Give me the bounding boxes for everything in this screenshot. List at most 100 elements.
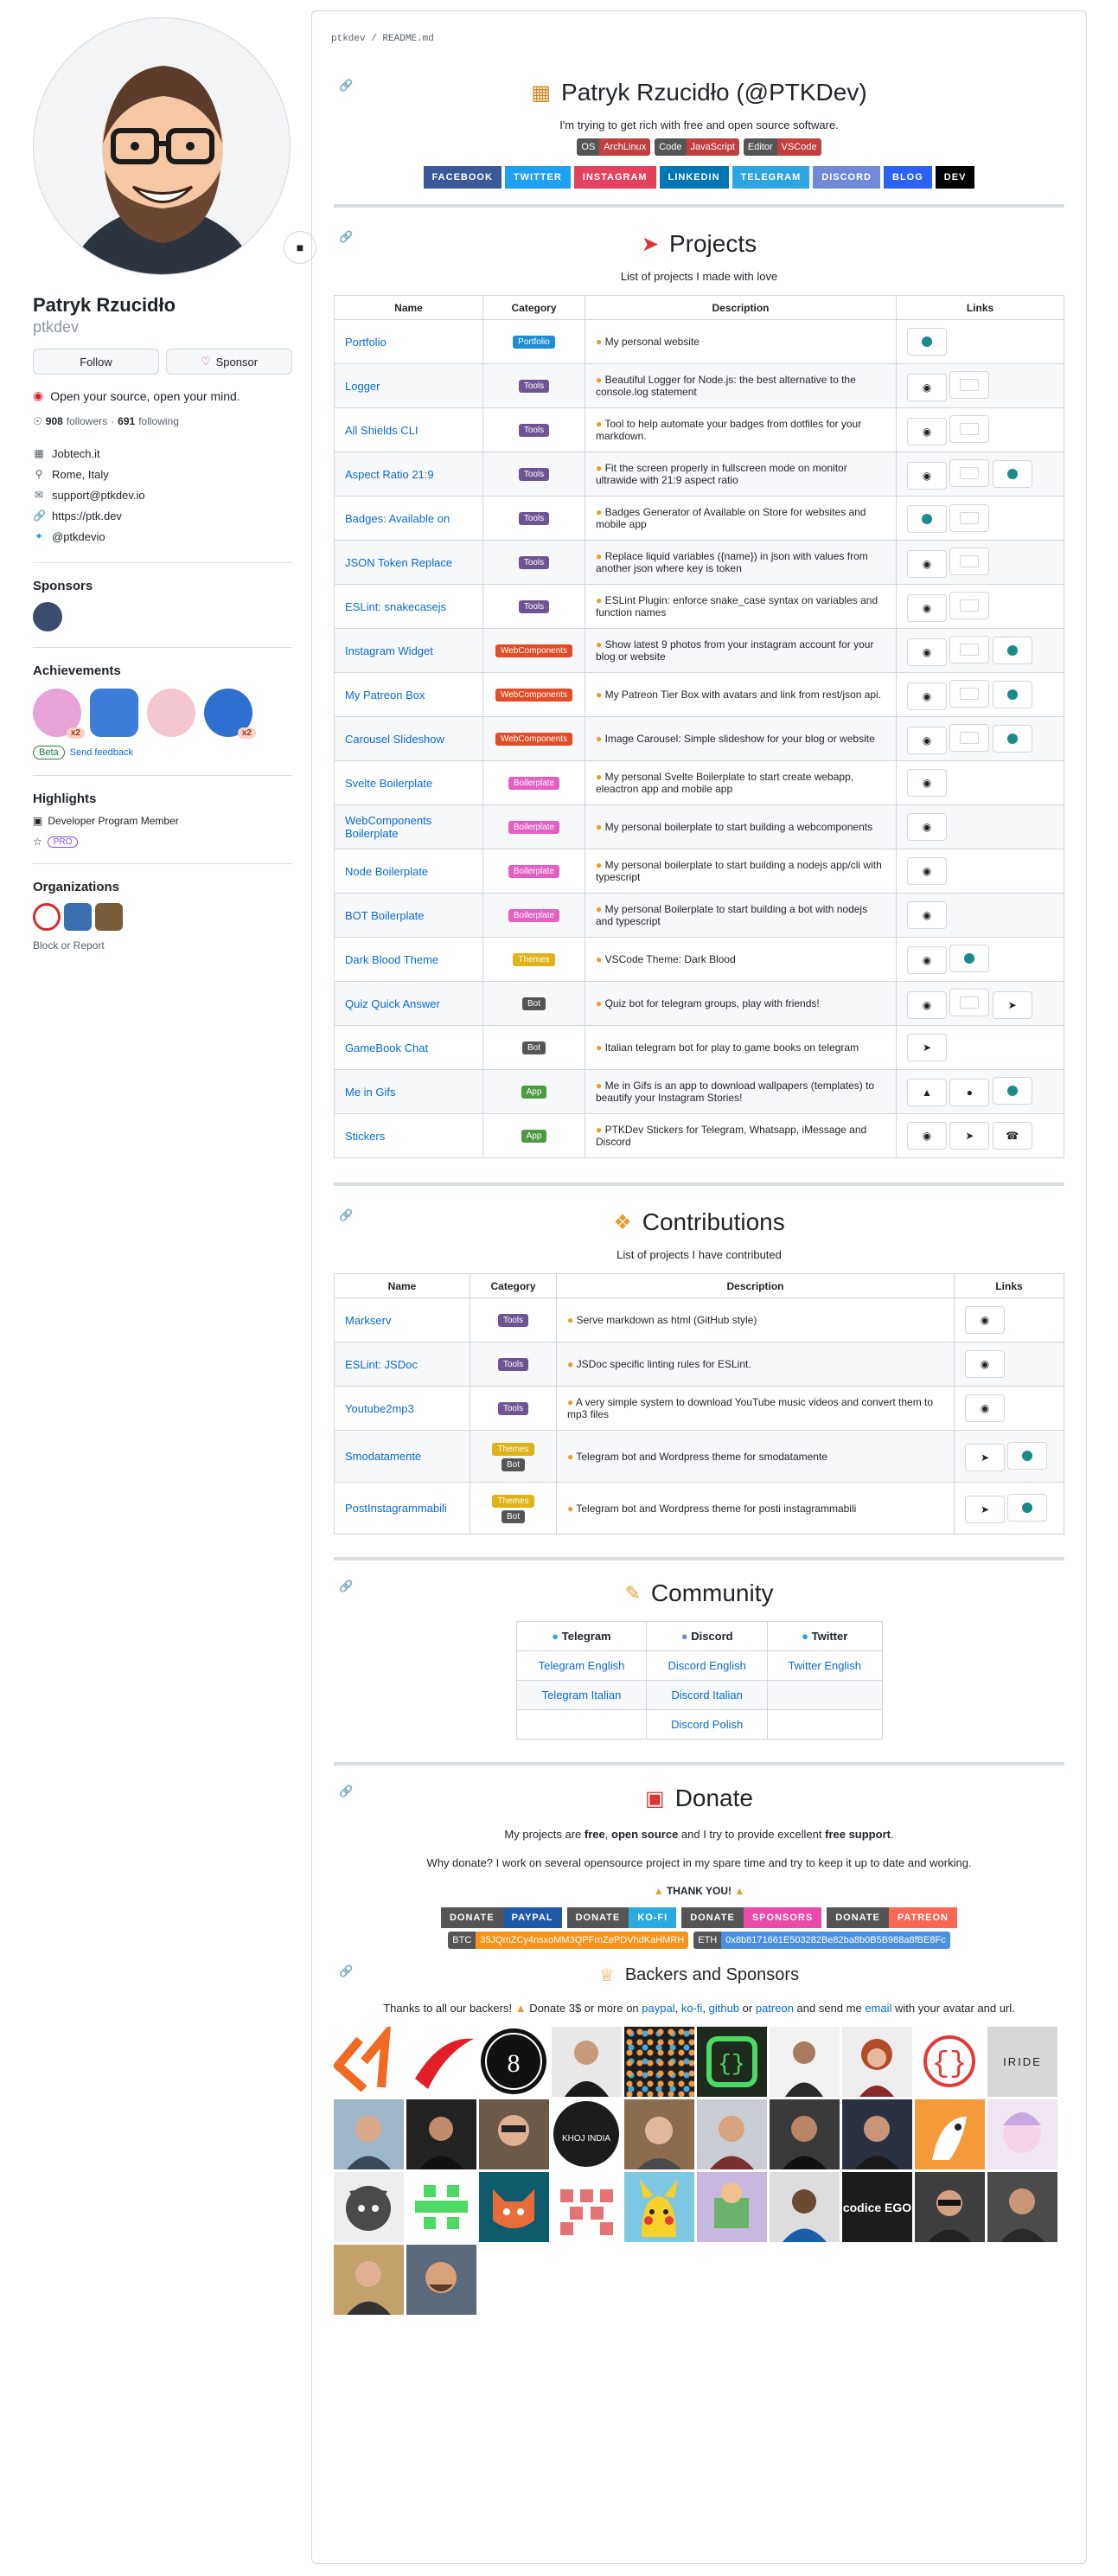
category-badge[interactable]: Bot <box>501 1509 525 1523</box>
backer-avatar[interactable] <box>987 2099 1057 2169</box>
achievement-badge[interactable]: x2 <box>204 689 256 739</box>
backer-avatar[interactable]: KHOJ INDIA <box>552 2099 622 2169</box>
anchor-link-icon[interactable]: 🔗 <box>339 1208 353 1222</box>
category-badge[interactable]: Tools <box>518 556 550 569</box>
category-badge[interactable]: Themes <box>492 1442 534 1456</box>
github-link[interactable]: ◉ <box>907 638 947 666</box>
backer-avatar[interactable] <box>406 2172 476 2242</box>
project-name-link[interactable]: GameBook Chat <box>345 1041 428 1054</box>
followers-count[interactable]: 908 <box>46 415 63 427</box>
telegram-link[interactable]: ➤ <box>992 990 1032 1019</box>
backer-avatar[interactable] <box>915 2172 985 2242</box>
website-link[interactable] <box>949 503 990 532</box>
github-link[interactable]: ◉ <box>907 549 947 578</box>
project-name-link[interactable]: Quiz Quick Answer <box>345 997 440 1010</box>
project-name-link[interactable]: Svelte Boilerplate <box>345 777 432 790</box>
block-report-link[interactable]: Block or Report <box>33 939 292 952</box>
anchor-link-icon[interactable]: 🔗 <box>339 1580 353 1593</box>
contribution-name-link[interactable]: ESLint: JSDoc <box>345 1358 418 1371</box>
telegram-link[interactable]: ➤ <box>949 1122 990 1150</box>
backer-avatar[interactable] <box>697 2099 767 2169</box>
category-badge[interactable]: Boilerplate <box>508 865 560 878</box>
backer-avatar[interactable] <box>406 2099 476 2169</box>
github-link[interactable]: ◉ <box>907 990 947 1019</box>
github-link[interactable]: ◉ <box>965 1394 1005 1422</box>
demo-link[interactable] <box>992 1077 1032 1105</box>
github-link[interactable]: ◉ <box>907 461 947 490</box>
company-text[interactable]: Jobtech.it <box>52 447 100 460</box>
donate-patreon-button[interactable]: DONATE PATREON <box>827 1907 957 1928</box>
website-link[interactable] <box>949 547 990 575</box>
email-link[interactable]: support@ptkdev.io <box>52 489 145 502</box>
android-link[interactable]: ▲ <box>907 1079 947 1106</box>
category-badge[interactable]: App <box>521 1086 547 1099</box>
backer-avatar[interactable] <box>334 2099 404 2169</box>
demo-link[interactable] <box>992 459 1032 488</box>
org-avatar[interactable] <box>33 903 61 931</box>
telegram-link[interactable]: ➤ <box>965 1443 1005 1471</box>
backer-avatar[interactable] <box>552 2027 622 2097</box>
following-label[interactable]: following <box>138 415 179 427</box>
category-badge[interactable]: Themes <box>513 953 555 966</box>
twitter-link[interactable]: @ptkdevio <box>52 530 105 543</box>
backer-avatar[interactable]: {} <box>915 2027 985 2097</box>
github-link[interactable]: github <box>709 2002 739 2015</box>
project-name-link[interactable]: Aspect Ratio 21:9 <box>345 468 434 481</box>
telegram-link[interactable]: ➤ <box>907 1034 947 1061</box>
readme-path[interactable]: ptkdev / README.md <box>312 11 1086 44</box>
send-feedback-link[interactable]: Send feedback <box>70 747 133 758</box>
followers-label[interactable]: followers <box>67 415 107 427</box>
category-badge[interactable]: Boilerplate <box>508 777 560 790</box>
website-link[interactable] <box>949 679 990 708</box>
anchor-link-icon[interactable]: 🔗 <box>339 1785 353 1798</box>
telegram-link[interactable]: ➤ <box>965 1495 1005 1523</box>
achievement-badge[interactable]: x2 <box>33 689 85 739</box>
contribution-name-link[interactable]: Smodatamente <box>345 1450 421 1463</box>
github-link[interactable]: ◉ <box>907 593 947 622</box>
category-badge[interactable]: Tools <box>497 1402 529 1415</box>
backer-avatar[interactable] <box>479 2172 549 2242</box>
telegram-badge[interactable]: TELEGRAM <box>731 166 810 189</box>
category-badge[interactable]: Bot <box>521 1041 546 1054</box>
shield-os[interactable]: OS ArchLinux <box>577 138 651 156</box>
email-link[interactable]: email <box>865 2002 891 2015</box>
discord-english-link[interactable]: Discord English <box>668 1659 746 1672</box>
category-badge[interactable]: WebComponents <box>495 689 573 702</box>
contribution-name-link[interactable]: Youtube2mp3 <box>345 1402 414 1415</box>
sponsor-button[interactable]: ♡ Sponsor <box>166 349 292 375</box>
follow-button[interactable]: Follow <box>33 349 159 375</box>
backer-avatar[interactable]: 8 <box>479 2027 549 2097</box>
github-link[interactable]: ◉ <box>907 901 947 929</box>
website-link[interactable] <box>949 635 990 663</box>
instagram-badge[interactable]: INSTAGRAM <box>573 166 656 189</box>
project-name-link[interactable]: Logger <box>345 380 380 393</box>
github-link[interactable]: ◉ <box>907 857 947 885</box>
project-name-link[interactable]: WebComponents Boilerplate <box>345 814 431 840</box>
donate-sponsors-button[interactable]: DONATE SPONSORS <box>681 1907 822 1928</box>
twitter-english-link[interactable]: Twitter English <box>788 1659 861 1672</box>
github-link[interactable]: ◉ <box>907 373 947 401</box>
project-name-link[interactable]: Badges: Available on <box>345 512 450 525</box>
project-name-link[interactable]: Me in Gifs <box>345 1086 396 1099</box>
project-name-link[interactable]: All Shields CLI <box>345 424 418 437</box>
project-name-link[interactable]: Stickers <box>345 1130 385 1143</box>
backer-avatar[interactable] <box>406 2245 476 2315</box>
backer-avatar[interactable]: {} <box>697 2027 767 2097</box>
eth-address[interactable]: ETH 0x8b8171661E503282Be82ba8b0B5B988a8fB… <box>693 1932 950 1949</box>
backer-avatar[interactable]: IRIDE <box>987 2027 1057 2097</box>
category-badge[interactable]: Tools <box>518 380 550 393</box>
backer-avatar[interactable] <box>332 2022 404 2097</box>
anchor-link-icon[interactable]: 🔗 <box>339 79 353 93</box>
github-link[interactable]: ◉ <box>907 1122 947 1150</box>
backer-avatar[interactable] <box>770 2172 840 2242</box>
github-link[interactable]: ◉ <box>965 1350 1005 1378</box>
patreon-link[interactable]: patreon <box>756 2002 794 2015</box>
anchor-link-icon[interactable]: 🔗 <box>339 1964 353 1978</box>
backer-avatar[interactable] <box>552 2172 622 2242</box>
donate-kofi-button[interactable]: DONATE KO-FI <box>566 1907 677 1928</box>
backer-avatar[interactable] <box>770 2099 840 2169</box>
demo-link[interactable] <box>1007 1441 1048 1470</box>
project-name-link[interactable]: BOT Boilerplate <box>345 909 425 922</box>
backer-avatar[interactable] <box>987 2172 1057 2242</box>
demo-link[interactable] <box>949 945 990 972</box>
